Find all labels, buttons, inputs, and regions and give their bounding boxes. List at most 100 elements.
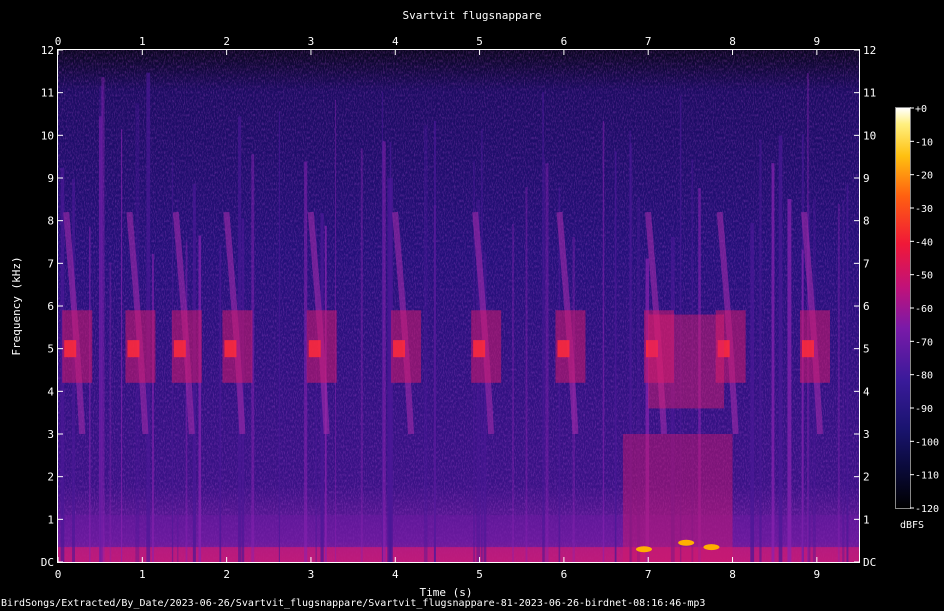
broadband-streak — [842, 199, 845, 562]
broadband-streak — [89, 226, 91, 563]
x-tick-label-bottom: 3 — [308, 568, 315, 581]
y-tick-label-right: DC — [863, 556, 876, 569]
colorbar-tick-label: -30 — [915, 204, 933, 215]
x-tick-label-bottom: 8 — [729, 568, 736, 581]
x-tick-label-bottom: 1 — [139, 568, 146, 581]
song-phrase-peak — [308, 340, 321, 358]
broadband-streak — [543, 157, 546, 562]
colorbar-ticks: +0 -10 -20 -30 -40 -50 -60 -70 -80 -90 -100 -110 -12… — [910, 104, 939, 515]
colorbar-tick-label: -120 — [915, 504, 939, 515]
y-tick-label-left: 1 — [47, 513, 54, 526]
x-tick-label-top: 5 — [476, 35, 483, 48]
y-tick-label-right: 3 — [863, 428, 870, 441]
y-tick-label-right: 5 — [863, 343, 870, 356]
x-tick-label-top: 1 — [139, 35, 146, 48]
broadband-streak — [360, 148, 363, 562]
spectrogram-chart: 00112233445566778899DC DC1 12 23 34 45 56 67 78 8… — [10, 35, 939, 599]
colorbar-tick-label: -100 — [915, 437, 939, 448]
broadband-streak — [525, 187, 528, 562]
colorbar-tick-label: -20 — [915, 171, 933, 182]
hotspot — [703, 544, 720, 551]
colorbar-tick-label: -70 — [915, 337, 933, 348]
x-tick-label-bottom: 7 — [645, 568, 652, 581]
y-tick-label-right: 4 — [863, 385, 870, 398]
broadband-streak — [750, 223, 755, 563]
broadband-streak — [152, 253, 154, 562]
x-tick-label-bottom: 6 — [561, 568, 568, 581]
y-tick-label-left: 9 — [47, 172, 54, 185]
x-tick-label-top: 6 — [561, 35, 568, 48]
song-phrase-peak — [557, 340, 570, 358]
colorbar-tick-label: +0 — [915, 104, 927, 115]
broadband-streak — [602, 120, 605, 562]
hotspot — [678, 539, 695, 546]
song-phrase-peak — [173, 340, 186, 358]
y-tick-label-right: 2 — [863, 471, 870, 484]
broadband-streak — [423, 125, 428, 562]
colorbar-tick-label: -60 — [915, 304, 933, 315]
broadband-streak — [109, 262, 112, 562]
colorbar-tick-label: -40 — [915, 237, 933, 248]
broadband-streak — [614, 151, 617, 562]
x-tick-label-top: 3 — [308, 35, 315, 48]
broadband-streak — [787, 199, 792, 562]
x-tick-label-bottom: 0 — [55, 568, 62, 581]
x-tick-label-bottom: 4 — [392, 568, 399, 581]
song-phrase-peak — [473, 340, 486, 358]
noise-burst — [622, 434, 733, 562]
y-tick-label-right: 10 — [863, 129, 876, 142]
x-tick-label-top: 2 — [223, 35, 230, 48]
x-tick-label-top: 7 — [645, 35, 652, 48]
y-tick-label-left: 3 — [47, 428, 54, 441]
y-tick-label-left: 5 — [47, 343, 54, 356]
broadband-streak — [219, 245, 222, 562]
broadband-streak — [542, 91, 544, 562]
x-tick-label-top: 8 — [729, 35, 736, 48]
y-tick-label-right: 7 — [863, 257, 870, 270]
broadband-streak — [846, 184, 849, 562]
y-tick-label-right: 12 — [863, 44, 876, 57]
y-tick-label-right: 6 — [863, 300, 870, 313]
broadband-streak — [778, 135, 783, 562]
x-tick-label-bottom: 9 — [814, 568, 821, 581]
x-tick-label-top: 0 — [55, 35, 62, 48]
x-tick-label-top: 9 — [814, 35, 821, 48]
broadband-streak — [198, 235, 202, 563]
song-phrase-peak — [224, 340, 237, 358]
colorbar-tick-label: -50 — [915, 271, 933, 282]
y-tick-label-left: 7 — [47, 257, 54, 270]
broadband-streak — [545, 163, 549, 562]
colorbar — [896, 108, 910, 508]
x-tick-label-top: 4 — [392, 35, 399, 48]
song-phrase-peak — [393, 340, 406, 358]
y-tick-label-left: 12 — [41, 44, 54, 57]
y-tick-label-left: 8 — [47, 215, 54, 228]
hotspot — [635, 546, 652, 553]
y-tick-label-left: 11 — [41, 87, 54, 100]
y-tick-label-right: 8 — [863, 215, 870, 228]
y-tick-label-left: 2 — [47, 471, 54, 484]
colorbar-tick-label: -110 — [915, 471, 939, 482]
y-tick-label-right: 1 — [863, 513, 870, 526]
y-tick-label-right: 11 — [863, 87, 876, 100]
colorbar-tick-label: -80 — [915, 371, 933, 382]
y-tick-label-left: 4 — [47, 385, 54, 398]
broadband-streak — [120, 129, 123, 562]
x-tick-label-bottom: 2 — [223, 568, 230, 581]
broadband-streak — [433, 121, 436, 562]
broadband-streak — [278, 111, 280, 562]
file-path-footer: BirdSongs/Extracted/By_Date/2023-06-26/S… — [1, 598, 706, 609]
song-phrase-peak — [801, 340, 814, 358]
broadband-streak — [101, 77, 105, 562]
noise-burst-mid — [648, 314, 725, 409]
broadband-streak — [801, 249, 804, 562]
x-tick-label-bottom: 5 — [476, 568, 483, 581]
song-phrase-peak — [64, 340, 77, 358]
song-phrase-peak — [127, 340, 140, 358]
colorbar-label: dBFS — [900, 520, 924, 531]
broadband-streak — [771, 163, 775, 563]
broadband-streak — [759, 139, 762, 562]
broadband-streak — [381, 91, 383, 562]
y-tick-label-right: 9 — [863, 172, 870, 185]
colorbar-tick-label: -90 — [915, 404, 933, 415]
